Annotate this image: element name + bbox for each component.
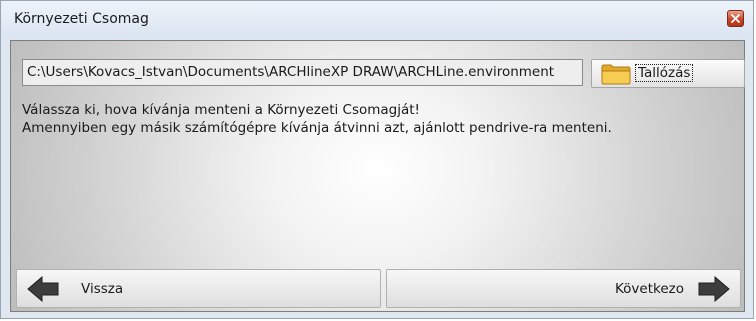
dialog-window: Környezeti Csomag C:\Users\Kovacs_Istvan… bbox=[0, 0, 754, 319]
next-button-label: Következo bbox=[614, 281, 684, 297]
back-button[interactable]: Vissza bbox=[16, 269, 381, 308]
back-button-label: Vissza bbox=[81, 281, 124, 297]
browse-button[interactable]: Tallózás bbox=[591, 59, 745, 88]
close-icon bbox=[731, 14, 740, 23]
path-field[interactable]: C:\Users\Kovacs_Istvan\Documents\ARCHlin… bbox=[22, 59, 583, 86]
title-bar[interactable]: Környezeti Csomag bbox=[1, 1, 753, 39]
dialog-content: C:\Users\Kovacs_Istvan\Documents\ARCHlin… bbox=[10, 40, 745, 312]
next-button[interactable]: Következo bbox=[386, 269, 741, 308]
browse-button-label: Tallózás bbox=[634, 64, 694, 82]
arrow-left-icon bbox=[27, 276, 59, 302]
folder-icon bbox=[601, 64, 631, 85]
instruction-line-1: Válassza ki, hova kívánja menteni a Körn… bbox=[22, 102, 420, 118]
instruction-line-2: Amennyiben egy másik számítógépre kívánj… bbox=[22, 120, 612, 136]
close-button[interactable] bbox=[727, 10, 744, 27]
window-title: Környezeti Csomag bbox=[14, 11, 149, 27]
arrow-right-icon bbox=[698, 276, 730, 302]
